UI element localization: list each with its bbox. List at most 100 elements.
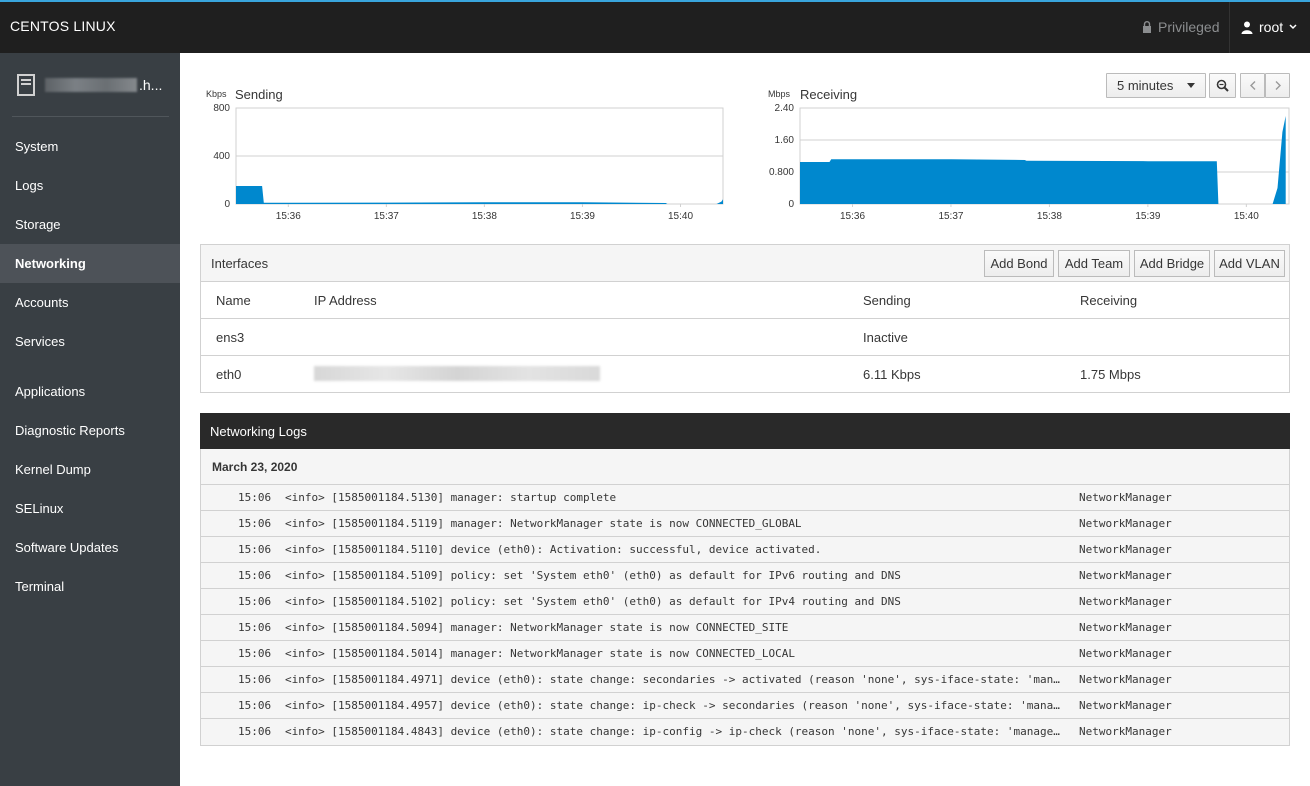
user-name: root <box>1259 19 1284 35</box>
log-identifier: NetworkManager <box>1079 647 1172 660</box>
sidebar-item-logs[interactable]: Logs <box>0 166 180 205</box>
time-range-select[interactable]: 5 minutes <box>1106 73 1206 98</box>
networking-logs-list: March 23, 2020 15:06 <info> [1585001184.5… <box>200 449 1290 746</box>
x-tick-label: 15:36 <box>840 211 865 222</box>
x-tick-label: 15:37 <box>938 211 963 222</box>
add-vlan-button[interactable]: Add VLAN <box>1214 250 1285 277</box>
interfaces-title: Interfaces <box>211 256 269 271</box>
networking-logs-header: Networking Logs <box>200 413 1290 449</box>
log-entry[interactable]: 15:06 <info> [1585001184.5102] policy: se… <box>201 588 1289 614</box>
interfaces-header: Interfaces Add Bond Add Team Add Bridge … <box>201 245 1289 282</box>
log-identifier: NetworkManager <box>1079 673 1172 686</box>
y-tick-label: 0 <box>224 199 230 210</box>
log-entry[interactable]: 15:06 <info> [1585001184.5130] manager: s… <box>201 484 1289 510</box>
interface-receiving: 1.75 Mbps <box>1080 367 1141 382</box>
user-icon <box>1241 21 1253 34</box>
add-bond-button[interactable]: Add Bond <box>984 250 1054 277</box>
lock-icon <box>1143 21 1151 33</box>
interface-row-eth0[interactable]: eth0 6.11 Kbps 1.75 Mbps <box>201 356 1289 392</box>
sending-chart-plot: 800 400 0 15:36 15:37 15:38 15:39 15:40 <box>213 104 724 222</box>
topbar-divider <box>1229 2 1230 53</box>
add-bridge-button[interactable]: Add Bridge <box>1134 250 1210 277</box>
log-message: <info> [1585001184.5109] policy: set 'Sy… <box>285 569 901 582</box>
log-message: <info> [1585001184.5014] manager: Networ… <box>285 647 795 660</box>
log-message: <info> [1585001184.5102] policy: set 'Sy… <box>285 595 901 608</box>
chevron-down-icon <box>1289 24 1297 30</box>
add-team-button[interactable]: Add Team <box>1058 250 1130 277</box>
privileged-label: Privileged <box>1158 19 1220 35</box>
interface-sending: 6.11 Kbps <box>863 367 921 382</box>
column-name: Name <box>216 293 251 308</box>
prev-range-button[interactable] <box>1240 73 1265 98</box>
log-entry[interactable]: 15:06 <info> [1585001184.4957] device (et… <box>201 692 1289 718</box>
log-message: <info> [1585001184.5119] manager: Networ… <box>285 517 802 530</box>
hostname-suffix: .h... <box>139 77 163 93</box>
interface-row-ens3[interactable]: ens3 Inactive <box>201 319 1289 356</box>
log-entry[interactable]: 15:06 <info> [1585001184.4843] device (et… <box>201 718 1289 744</box>
sidebar-item-accounts[interactable]: Accounts <box>0 283 180 322</box>
chevron-left-icon <box>1249 81 1255 90</box>
log-entry[interactable]: 15:06 <info> [1585001184.4971] device (et… <box>201 666 1289 692</box>
x-tick-label: 15:37 <box>374 211 399 222</box>
sidebar-item-storage[interactable]: Storage <box>0 205 180 244</box>
x-tick-label: 15:40 <box>1234 211 1259 222</box>
log-time: 15:06 <box>238 673 272 686</box>
column-receiving: Receiving <box>1080 293 1138 308</box>
sending-chart-unit: Kbps <box>206 89 227 99</box>
log-entry[interactable]: 15:06 <info> [1585001184.5110] device (et… <box>201 536 1289 562</box>
server-icon <box>17 74 35 96</box>
log-message: <info> [1585001184.4843] device (eth0): … <box>285 725 1060 738</box>
log-time: 15:06 <box>238 491 272 504</box>
x-tick-label: 15:36 <box>276 211 301 222</box>
host-switcher[interactable]: .h... <box>0 53 180 117</box>
next-range-button[interactable] <box>1265 73 1290 98</box>
x-tick-label: 15:38 <box>472 211 497 222</box>
user-menu[interactable]: root <box>1241 19 1297 35</box>
x-tick-label: 15:39 <box>1135 211 1160 222</box>
sidebar-item-terminal[interactable]: Terminal <box>0 567 180 606</box>
log-time: 15:06 <box>238 647 272 660</box>
privileged-indicator[interactable]: Privileged <box>1142 19 1219 35</box>
interfaces-column-header: Name IP Address Sending Receiving <box>201 282 1289 319</box>
log-time: 15:06 <box>238 543 272 556</box>
sidebar: .h... System Logs Storage Networking Acc… <box>0 53 180 786</box>
log-entry[interactable]: 15:06 <info> [1585001184.5109] policy: se… <box>201 562 1289 588</box>
caret-down-icon <box>1187 83 1195 88</box>
log-identifier: NetworkManager <box>1079 569 1172 582</box>
y-tick-label: 800 <box>213 104 230 114</box>
log-identifier: NetworkManager <box>1079 621 1172 634</box>
log-entry[interactable]: 15:06 <info> [1585001184.5119] manager: N… <box>201 510 1289 536</box>
sidebar-item-kernel-dump[interactable]: Kernel Dump <box>0 450 180 489</box>
hostname-redacted <box>45 78 137 92</box>
log-message: <info> [1585001184.5110] device (eth0): … <box>285 543 822 556</box>
zoom-button[interactable] <box>1209 73 1236 98</box>
interfaces-panel: Interfaces Add Bond Add Team Add Bridge … <box>200 244 1290 393</box>
log-entry[interactable]: 15:06 <info> [1585001184.5094] manager: N… <box>201 614 1289 640</box>
x-tick-label: 15:38 <box>1037 211 1062 222</box>
interface-sending: Inactive <box>863 330 908 345</box>
log-message: <info> [1585001184.5130] manager: startu… <box>285 491 617 504</box>
sidebar-item-software-updates[interactable]: Software Updates <box>0 528 180 567</box>
sending-chart-title: Sending <box>235 87 283 102</box>
series-area <box>800 116 1286 204</box>
column-ip-address: IP Address <box>314 293 377 308</box>
x-tick-label: 15:40 <box>668 211 693 222</box>
sidebar-item-networking[interactable]: Networking <box>0 244 180 283</box>
sidebar-item-system[interactable]: System <box>0 127 180 166</box>
log-message: <info> [1585001184.4957] device (eth0): … <box>285 699 1060 712</box>
sidebar-item-applications[interactable]: Applications <box>0 372 180 411</box>
log-time: 15:06 <box>238 595 272 608</box>
series-area <box>236 186 723 204</box>
sidebar-item-services[interactable]: Services <box>0 322 180 361</box>
sidebar-divider <box>12 116 169 117</box>
time-range-value: 5 minutes <box>1117 78 1174 93</box>
sidebar-item-selinux[interactable]: SELinux <box>0 489 180 528</box>
log-entry[interactable]: 15:06 <info> [1585001184.5014] manager: N… <box>201 640 1289 666</box>
sidebar-item-diagnostic-reports[interactable]: Diagnostic Reports <box>0 411 180 450</box>
log-time: 15:06 <box>238 569 272 582</box>
y-tick-label: 0 <box>788 199 794 210</box>
log-identifier: NetworkManager <box>1079 491 1172 504</box>
chevron-right-icon <box>1275 81 1281 90</box>
y-tick-label: 1.60 <box>775 135 795 146</box>
brand-title: CENTOS LINUX <box>10 18 116 34</box>
